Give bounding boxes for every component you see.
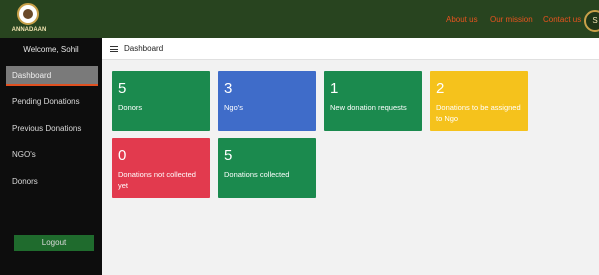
stat-label: Donors (118, 103, 143, 112)
brand-logo[interactable]: ANNADAAN (4, 3, 54, 35)
user-avatar[interactable]: S (584, 10, 599, 32)
stat-card-to-be-assigned[interactable]: 2 Donations to be assigned to Ngo (430, 71, 528, 131)
stat-label: New donation requests (330, 103, 407, 112)
sidebar-item-donors[interactable]: Donors (0, 172, 102, 192)
stat-label: Donations collected (224, 170, 290, 179)
plate-icon (17, 3, 39, 25)
page-header: Dashboard (102, 38, 599, 60)
brand-logo-text: ANNADAAN (11, 27, 47, 33)
sidebar-item-pending-donations[interactable]: Pending Donations (0, 92, 102, 112)
nav-link-contact[interactable]: Contact us (543, 14, 581, 26)
stat-value: 0 (118, 147, 127, 164)
stat-value: 2 (436, 80, 445, 97)
sidebar-item-previous-donations[interactable]: Previous Donations (0, 119, 102, 139)
sidebar-item-dashboard[interactable]: Dashboard (6, 66, 98, 86)
sidebar-item-ngos[interactable]: NGO's (0, 145, 102, 165)
stat-card-ngos[interactable]: 3 Ngo's (218, 71, 316, 131)
sidebar: Welcome, Sohil Dashboard Pending Donatio… (0, 38, 102, 275)
stat-card-collected[interactable]: 5 Donations collected (218, 138, 316, 198)
stat-label: Donations to be assigned to Ngo (436, 103, 521, 123)
page-title: Dashboard (124, 44, 164, 53)
welcome-text: Welcome, Sohil (23, 45, 79, 54)
stat-card-donors[interactable]: 5 Donors (112, 71, 210, 131)
logout-button[interactable]: Logout (14, 235, 94, 251)
menu-icon[interactable] (110, 46, 118, 52)
stat-label: Donations not collected yet (118, 170, 196, 190)
nav-link-mission[interactable]: Our mission (490, 14, 533, 26)
stat-value: 5 (118, 80, 127, 97)
nav-link-about[interactable]: About us (446, 14, 478, 26)
stat-card-not-collected[interactable]: 0 Donations not collected yet (112, 138, 210, 198)
dashboard-content: 5 Donors 3 Ngo's 1 New donation requests… (102, 60, 599, 275)
stat-label: Ngo's (224, 103, 243, 112)
stat-value: 1 (330, 80, 339, 97)
top-navbar: ANNADAAN About us Our mission Contact us… (0, 0, 599, 38)
stat-value: 3 (224, 80, 233, 97)
stat-card-new-requests[interactable]: 1 New donation requests (324, 71, 422, 131)
stat-value: 5 (224, 147, 233, 164)
